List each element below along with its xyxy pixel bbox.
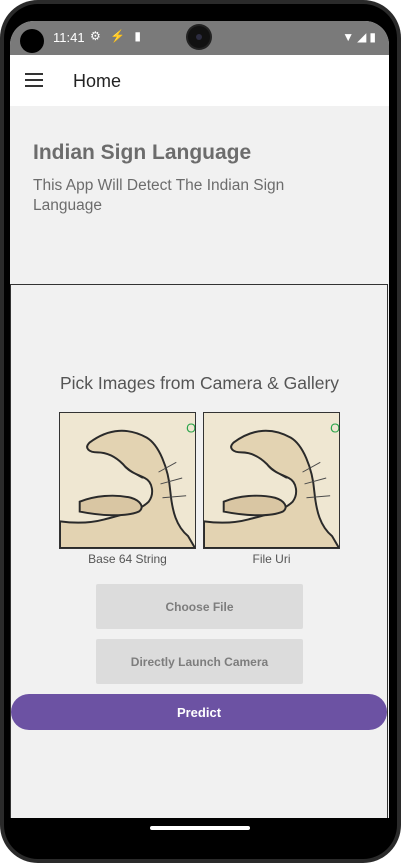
notification-dot [20,29,44,53]
hand-sign-image: O [60,413,195,548]
predict-button[interactable]: Predict [11,694,387,730]
system-nav-bar [10,818,389,842]
picker-title: Pick Images from Camera & Gallery [59,373,340,393]
front-camera-icon [188,26,210,48]
screen: 11:41 ⚙ ⚡ ▮ ▼◢▮ Home Indian Sign Languag… [10,21,389,842]
app-bar: Home [10,55,389,106]
base64-image-preview: O [59,412,196,549]
file-uri-label: File Uri [252,552,291,566]
page-title: Home [73,71,122,91]
status-notification-icons: ⚙ ⚡ ▮ [90,29,144,43]
status-bar: 11:41 ⚙ ⚡ ▮ ▼◢▮ [10,21,389,55]
hand-sign-image: O [204,413,339,548]
app-heading: Indian Sign Language [33,141,252,164]
svg-text:O: O [186,421,195,436]
choose-file-button[interactable]: Choose File [96,584,303,629]
launch-camera-button[interactable]: Directly Launch Camera [96,639,303,684]
app-description: This App Will Detect The Indian Sign Lan… [33,177,285,214]
svg-text:O: O [330,421,339,436]
base64-label: Base 64 String [88,552,167,566]
status-system-icons: ▼◢▮ [342,30,379,44]
file-uri-image-preview: O [203,412,340,549]
hamburger-menu-icon[interactable] [25,73,43,87]
home-gesture-handle[interactable] [150,826,250,830]
status-time: 11:41 [53,30,85,45]
